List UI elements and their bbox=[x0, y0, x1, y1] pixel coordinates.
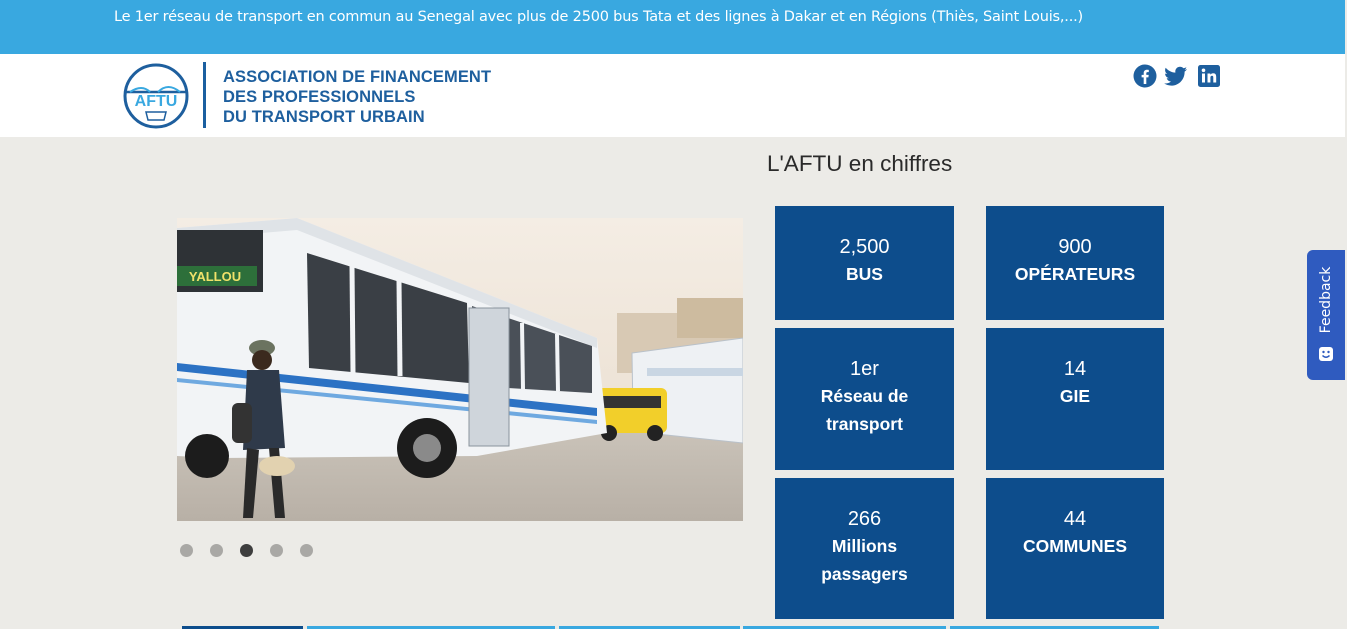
bus-photo: YALLOU bbox=[177, 218, 743, 521]
stat-tile-gie: 14 GIE bbox=[986, 328, 1164, 470]
carousel-dot-2[interactable] bbox=[210, 544, 223, 557]
carousel-dot-5[interactable] bbox=[300, 544, 313, 557]
org-name-line1: ASSOCIATION DE FINANCEMENT bbox=[223, 68, 492, 86]
twitter-icon[interactable] bbox=[1164, 64, 1188, 88]
carousel-slide-image[interactable]: YALLOU bbox=[177, 218, 743, 521]
site-header: AFTU ASSOCIATION DE FINANCEMENT DES PROF… bbox=[0, 54, 1345, 137]
stat-value: 44 bbox=[1063, 508, 1087, 530]
announcement-text: Le 1er réseau de transport en commun au … bbox=[114, 9, 1083, 25]
aftu-logo[interactable]: AFTU bbox=[120, 62, 190, 130]
stat-label: COMMUNES bbox=[1022, 536, 1128, 556]
stat-tile-bus: 2,500 BUS bbox=[775, 206, 954, 320]
org-name-line2: DES PROFESSIONNELS bbox=[223, 88, 416, 106]
announcement-bar: Le 1er réseau de transport en commun au … bbox=[0, 0, 1345, 54]
org-name-line3: DU TRANSPORT URBAIN bbox=[223, 108, 425, 126]
carousel-dot-1[interactable] bbox=[180, 544, 193, 557]
stat-value: 14 bbox=[1063, 358, 1087, 380]
logo-letters: AFTU bbox=[135, 93, 178, 110]
carousel-dot-3[interactable] bbox=[240, 544, 253, 557]
logo-divider bbox=[203, 62, 206, 128]
stat-label: Réseau de transport bbox=[820, 386, 909, 434]
feedback-label: Feedback bbox=[1318, 266, 1334, 334]
linkedin-icon[interactable] bbox=[1197, 64, 1221, 88]
stat-value: 266 bbox=[847, 508, 882, 530]
org-name[interactable]: ASSOCIATION DE FINANCEMENT DES PROFESSIO… bbox=[223, 67, 491, 127]
feedback-tab[interactable]: Feedback bbox=[1307, 250, 1345, 380]
facebook-icon[interactable] bbox=[1133, 64, 1157, 88]
stat-label: GIE bbox=[1059, 386, 1091, 406]
stat-label: OPÉRATEURS bbox=[1014, 264, 1136, 284]
stats-title: L'AFTU en chiffres bbox=[767, 151, 953, 176]
stat-tile-communes: 44 COMMUNES bbox=[986, 478, 1164, 619]
bus-sign: YALLOU bbox=[189, 269, 241, 284]
stat-value: 2,500 bbox=[839, 236, 890, 258]
stat-tile-reseau: 1er Réseau de transport bbox=[775, 328, 954, 470]
stat-label: Millions passagers bbox=[821, 536, 908, 584]
carousel-dot-4[interactable] bbox=[270, 544, 283, 557]
stat-label: BUS bbox=[846, 264, 883, 284]
smiley-icon bbox=[1319, 347, 1333, 361]
stat-value: 1er bbox=[850, 358, 879, 380]
stat-tile-passagers: 266 Millions passagers bbox=[775, 478, 954, 619]
stat-value: 900 bbox=[1058, 236, 1092, 258]
stat-tile-operateurs: 900 OPÉRATEURS bbox=[986, 206, 1164, 320]
